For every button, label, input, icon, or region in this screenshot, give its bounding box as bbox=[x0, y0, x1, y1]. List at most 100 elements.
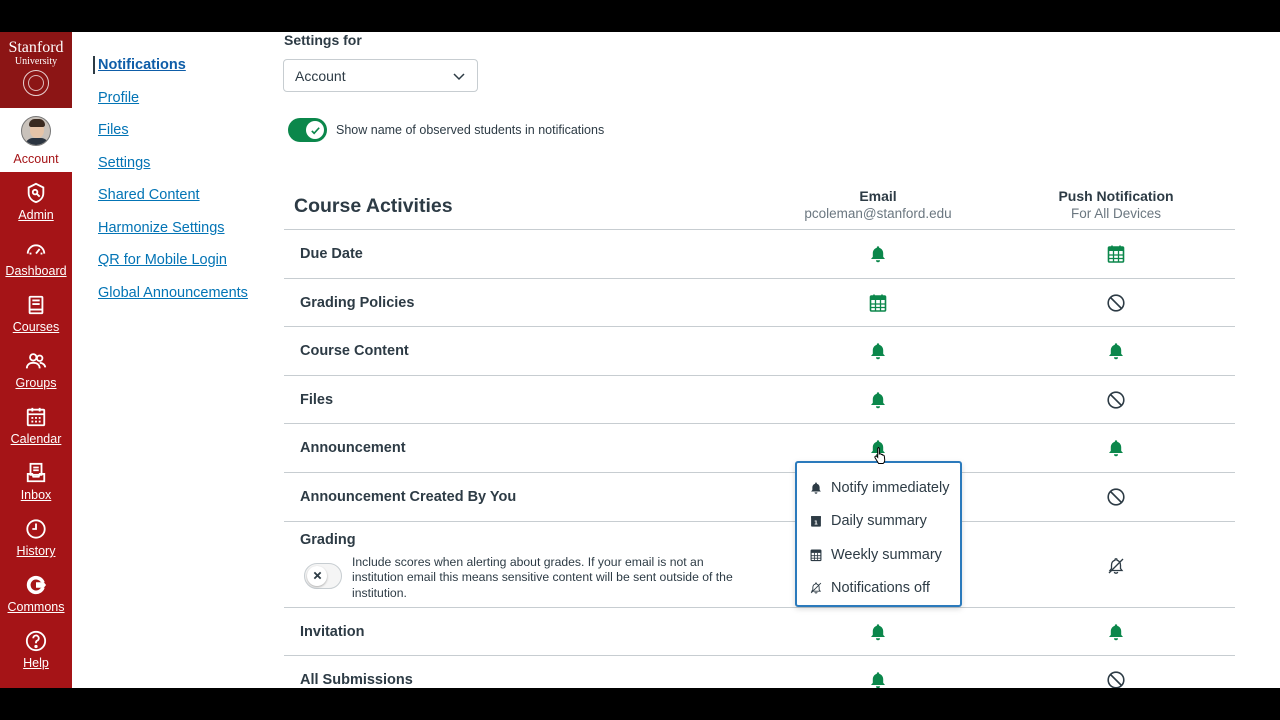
subnav-shared-content[interactable]: Shared Content bbox=[93, 186, 273, 204]
row-label: Files bbox=[300, 391, 334, 408]
table-row: Grading Policies bbox=[284, 279, 1235, 328]
bell-icon[interactable] bbox=[1106, 438, 1126, 458]
row-label: Announcement bbox=[300, 440, 406, 457]
muted-bell-icon bbox=[810, 582, 822, 594]
global-nav-admin[interactable]: Admin bbox=[0, 172, 72, 228]
prohibited-icon[interactable] bbox=[1106, 390, 1126, 410]
table-row: Files bbox=[284, 376, 1235, 425]
stanford-logo[interactable]: Stanford University bbox=[0, 32, 72, 108]
subnav-notifications[interactable]: Notifications bbox=[93, 56, 273, 74]
row-label: All Submissions bbox=[300, 672, 413, 688]
table-title: Course Activities bbox=[294, 195, 453, 217]
subnav-harmonize-settings[interactable]: Harmonize Settings bbox=[93, 219, 273, 237]
row-label: Grading bbox=[300, 531, 356, 548]
menu-item-weekly-summary[interactable]: Weekly summary bbox=[797, 538, 960, 572]
global-nav-calendar[interactable]: Calendar bbox=[0, 396, 72, 452]
check-icon bbox=[310, 126, 320, 134]
global-nav-groups[interactable]: Groups bbox=[0, 340, 72, 396]
menu-item-label: Weekly summary bbox=[831, 546, 942, 563]
calendar-icon[interactable] bbox=[1106, 244, 1126, 264]
settings-for-select[interactable]: Account bbox=[283, 59, 478, 92]
menu-item-label: Notifications off bbox=[831, 580, 930, 597]
global-nav-inbox[interactable]: Inbox bbox=[0, 452, 72, 508]
table-row: Announcement bbox=[284, 424, 1235, 473]
subnav-profile[interactable]: Profile bbox=[93, 89, 273, 107]
global-nav-label: History bbox=[16, 544, 56, 558]
global-nav-label: Help bbox=[23, 656, 49, 670]
calendar-icon[interactable] bbox=[868, 293, 888, 313]
calendar-icon bbox=[26, 407, 46, 427]
global-nav-label: Courses bbox=[12, 320, 60, 334]
settings-for-label: Settings for bbox=[284, 32, 362, 48]
menu-item-daily-summary[interactable]: 1 Daily summary bbox=[797, 505, 960, 539]
bell-icon[interactable] bbox=[868, 390, 888, 410]
row-label: Announcement Created By You bbox=[300, 488, 517, 505]
muted-bell-icon[interactable] bbox=[1106, 556, 1126, 576]
global-nav-label: Admin bbox=[18, 208, 54, 222]
push-header: Push Notification bbox=[1058, 188, 1174, 204]
row-label: Course Content bbox=[300, 343, 409, 360]
global-nav-courses[interactable]: Courses bbox=[0, 284, 72, 340]
commons-icon bbox=[26, 575, 47, 595]
table-row: Announcement Created By You bbox=[284, 473, 1235, 522]
global-nav-history[interactable]: History bbox=[0, 508, 72, 564]
notification-table: Course Activities Email pcoleman@stanfor… bbox=[284, 182, 1235, 688]
table-row: Grading Include scores when alerting abo… bbox=[284, 522, 1235, 608]
include-scores-toggle[interactable] bbox=[304, 562, 342, 589]
prohibited-icon[interactable] bbox=[1106, 487, 1126, 507]
table-header: Course Activities Email pcoleman@stanfor… bbox=[284, 182, 1235, 230]
subnav-global-announcements[interactable]: Global Announcements bbox=[93, 284, 273, 302]
global-nav-dashboard[interactable]: Dashboard bbox=[0, 228, 72, 284]
prohibited-icon[interactable] bbox=[1106, 670, 1126, 688]
row-label: Due Date bbox=[300, 246, 363, 262]
menu-item-notifications-off[interactable]: Notifications off bbox=[797, 572, 960, 606]
global-nav-label: Dashboard bbox=[5, 264, 67, 278]
account-subnav: Notifications Profile Files Settings Sha… bbox=[93, 56, 273, 316]
global-nav-label: Calendar bbox=[10, 432, 62, 446]
menu-item-label: Daily summary bbox=[831, 513, 927, 530]
bell-icon[interactable] bbox=[1106, 622, 1126, 642]
global-nav: Stanford University Account Admin Dashbo… bbox=[0, 32, 72, 688]
global-nav-label: Commons bbox=[7, 600, 65, 614]
email-header: Email bbox=[859, 188, 897, 204]
shield-key-icon bbox=[27, 182, 45, 204]
logo-line2: University bbox=[14, 56, 58, 67]
table-row: All Submissions bbox=[284, 656, 1235, 688]
menu-item-label: Notify immediately bbox=[831, 479, 950, 496]
observed-students-setting: Show name of observed students in notifi… bbox=[288, 118, 604, 142]
question-icon bbox=[25, 630, 47, 652]
bell-icon[interactable] bbox=[868, 341, 888, 361]
global-nav-label: Groups bbox=[15, 376, 57, 390]
chevron-down-icon bbox=[453, 72, 465, 80]
subnav-settings[interactable]: Settings bbox=[93, 154, 273, 172]
global-nav-help[interactable]: Help bbox=[0, 620, 72, 676]
global-nav-commons[interactable]: Commons bbox=[0, 564, 72, 620]
x-icon bbox=[313, 571, 321, 580]
global-nav-account[interactable]: Account bbox=[0, 108, 72, 172]
bell-icon[interactable] bbox=[868, 244, 888, 264]
subnav-qr-mobile-login[interactable]: QR for Mobile Login bbox=[93, 251, 273, 269]
observed-students-toggle[interactable] bbox=[288, 118, 327, 142]
table-row: Invitation bbox=[284, 608, 1235, 657]
push-column-header: Push Notification For All Devices bbox=[1016, 188, 1216, 221]
global-nav-label: Account bbox=[13, 152, 59, 166]
bell-icon[interactable] bbox=[1106, 341, 1126, 361]
menu-item-notify-immediately[interactable]: Notify immediately bbox=[797, 471, 960, 505]
day-calendar-icon: 1 bbox=[811, 516, 821, 527]
observed-students-label: Show name of observed students in notifi… bbox=[336, 123, 605, 137]
subnav-files[interactable]: Files bbox=[93, 121, 273, 139]
svg-text:1: 1 bbox=[814, 521, 818, 527]
bell-icon[interactable] bbox=[868, 622, 888, 642]
clock-icon bbox=[26, 519, 46, 539]
email-address: pcoleman@stanford.edu bbox=[804, 206, 952, 221]
global-nav-label: Inbox bbox=[20, 488, 52, 502]
frequency-menu: Notify immediately 1 Daily summary Weekl… bbox=[795, 461, 962, 607]
speedometer-icon bbox=[26, 244, 46, 255]
push-devices: For All Devices bbox=[1070, 206, 1162, 221]
logo-line1: Stanford bbox=[8, 39, 64, 56]
settings-for-value: Account bbox=[295, 67, 346, 84]
prohibited-icon[interactable] bbox=[1106, 293, 1126, 313]
table-row: Course Content bbox=[284, 327, 1235, 376]
bell-icon[interactable] bbox=[868, 670, 888, 688]
table-row: Due Date bbox=[284, 230, 1235, 279]
